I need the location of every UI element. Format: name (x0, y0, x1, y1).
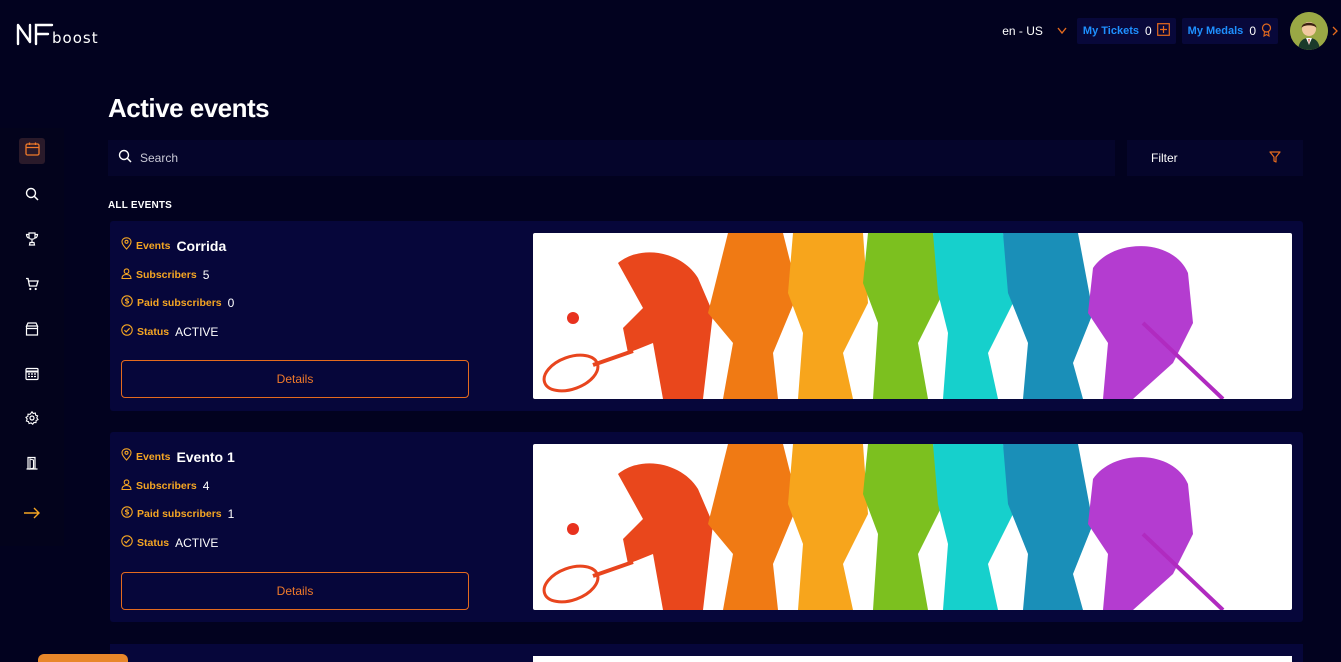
paid-subscribers-row: $ Paid subscribers 1 (121, 505, 234, 523)
search-bar (108, 140, 1115, 176)
subscribers-value: 4 (202, 479, 210, 493)
search-icon (118, 149, 132, 168)
dollar-icon: $ (121, 294, 133, 312)
sidebar (0, 128, 64, 546)
filter-icon (1269, 150, 1281, 166)
logo-wordmark: boost (52, 29, 99, 47)
my-medals-count: 0 (1249, 24, 1256, 38)
event-name-row: Events Corrida (121, 237, 226, 255)
check-circle-icon (121, 534, 133, 552)
status-key: Status (137, 326, 170, 338)
event-card: Events Evento 1 Subscribers 4 $ Paid sub… (110, 432, 1303, 622)
status-value: ACTIVE (175, 536, 219, 550)
chevron-right-icon[interactable] (1332, 26, 1338, 36)
my-tickets-button[interactable]: My Tickets 0 (1076, 18, 1176, 44)
event-name-row: Events Evento 1 (121, 448, 235, 466)
event-banner-image (533, 656, 1292, 662)
check-circle-icon (121, 323, 133, 341)
subscribers-row: Subscribers 5 (121, 266, 209, 284)
sidebar-toggle[interactable] (19, 502, 45, 528)
calendar-icon (24, 142, 40, 161)
gear-icon (25, 410, 39, 430)
chevron-down-icon[interactable] (1057, 27, 1067, 35)
language-selector[interactable]: en - US (1002, 24, 1043, 38)
paid-subscribers-value: 0 (227, 296, 235, 310)
event-name: Corrida (176, 238, 227, 254)
trophy-icon (25, 231, 39, 251)
plus-box-icon[interactable] (1156, 23, 1170, 39)
filter-label: Filter (1151, 151, 1178, 165)
status-row: Status ACTIVE (121, 323, 218, 341)
details-button[interactable]: Details (121, 360, 469, 398)
sidebar-item-events[interactable] (19, 138, 45, 164)
my-medals-label: My Medals (1187, 25, 1244, 37)
details-button[interactable]: Details (121, 572, 469, 610)
status-key: Status (137, 537, 170, 549)
sidebar-item-store[interactable] (19, 318, 45, 344)
medal-icon (1261, 22, 1272, 40)
event-banner-image (533, 444, 1292, 610)
sidebar-item-search[interactable] (19, 183, 45, 209)
pin-icon (121, 448, 132, 466)
pin-icon (121, 237, 132, 255)
store-icon (25, 321, 39, 341)
event-banner-image (533, 233, 1292, 399)
sidebar-item-exit[interactable] (19, 452, 45, 478)
brand-logo[interactable]: boost (16, 22, 99, 46)
floating-tab[interactable] (38, 654, 128, 662)
sports-silhouettes-image (542, 444, 1225, 610)
arrow-right-icon (23, 506, 41, 524)
section-label: ALL EVENTS (108, 200, 173, 211)
events-key: Events (136, 240, 171, 252)
svg-text:$: $ (124, 297, 129, 306)
filter-button[interactable]: Filter (1127, 140, 1303, 176)
avatar[interactable] (1290, 12, 1328, 50)
status-row: Status ACTIVE (121, 534, 218, 552)
paid-subscribers-row: $ Paid subscribers 0 (121, 294, 234, 312)
status-value: ACTIVE (175, 325, 219, 339)
subscribers-key: Subscribers (136, 480, 197, 492)
sidebar-item-settings[interactable] (19, 407, 45, 433)
subscribers-key: Subscribers (136, 269, 197, 281)
paid-subscribers-value: 1 (227, 507, 235, 521)
sidebar-item-cart[interactable] (19, 273, 45, 299)
cart-icon (25, 277, 39, 296)
sidebar-item-medals[interactable] (19, 228, 45, 254)
user-icon (121, 266, 132, 284)
subscribers-value: 5 (202, 268, 210, 282)
search-input[interactable] (140, 151, 1040, 165)
subscribers-row: Subscribers 4 (121, 477, 209, 495)
svg-text:$: $ (124, 508, 129, 517)
my-tickets-count: 0 (1144, 24, 1152, 38)
my-tickets-label: My Tickets (1082, 25, 1139, 37)
events-key: Events (136, 451, 171, 463)
sidebar-item-table[interactable] (19, 363, 45, 389)
paid-subscribers-key: Paid subscribers (137, 297, 222, 309)
paid-subscribers-key: Paid subscribers (137, 508, 222, 520)
event-card-partial (110, 644, 1303, 662)
page-title: Active events (108, 93, 270, 123)
dollar-icon: $ (121, 505, 133, 523)
search-icon (25, 187, 39, 206)
my-medals-button[interactable]: My Medals 0 (1181, 18, 1278, 44)
event-name: Evento 1 (176, 449, 235, 465)
user-icon (121, 477, 132, 495)
sports-silhouettes-image (542, 233, 1225, 399)
door-icon (25, 456, 39, 475)
event-card: Events Corrida Subscribers 5 $ Paid subs… (110, 221, 1303, 411)
table-icon (25, 367, 39, 386)
top-bar: en - US My Tickets 0 My Medals 0 (1002, 12, 1341, 50)
